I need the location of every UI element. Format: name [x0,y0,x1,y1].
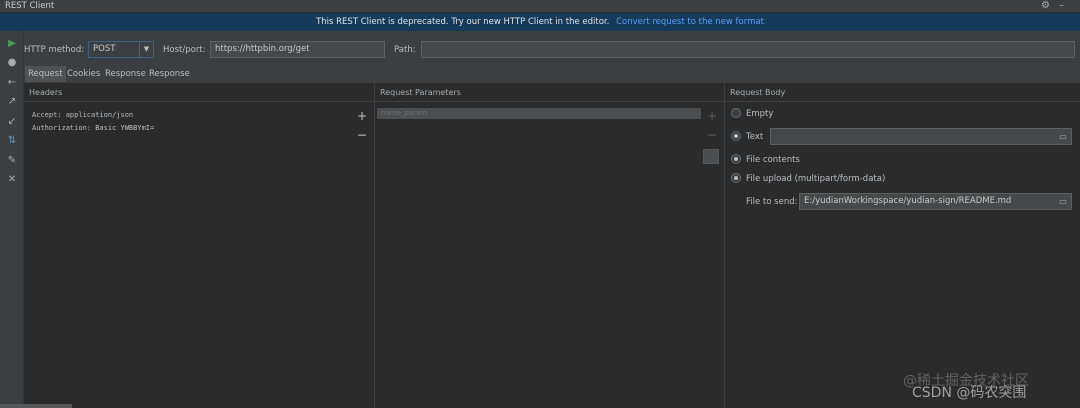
divider [24,101,374,102]
host-port-label: Host/port: [163,45,206,55]
back-icon[interactable]: ← [0,76,24,90]
parameter-row[interactable]: name_param [377,108,701,119]
http-method-value: POST [93,44,116,54]
tab-cookies[interactable]: Cookies [64,66,103,82]
file-to-send-field[interactable]: E:/yudianWorkingspace/yudian-sign/README… [799,193,1072,210]
http-method-select[interactable]: POST ▼ [88,41,154,58]
add-header-button[interactable]: + [356,110,368,122]
request-parameters-panel: Request Parameters name_param + − [375,83,725,408]
body-empty-label: Empty [746,109,774,119]
title-bar: REST Client ⚙ – [0,0,1080,13]
remove-parameter-button[interactable]: − [706,129,718,141]
header-line: Accept: application/json [32,111,134,119]
host-port-field[interactable]: https://httpbin.org/get [210,41,385,58]
request-body-panel: Request Body Empty Text ▭ File contents … [725,83,1080,408]
folder-icon[interactable]: ▭ [1056,195,1070,208]
file-to-send-value: E:/yudianWorkingspace/yudian-sign/README… [804,196,1012,206]
debug-icon[interactable]: ● [0,56,24,70]
run-icon[interactable]: ▶ [0,37,24,51]
body-file-upload-radio[interactable] [731,173,741,183]
tab-response-headers[interactable]: Response Headers [146,66,193,95]
remove-header-button[interactable]: − [356,129,368,141]
path-field[interactable] [421,41,1075,58]
export-icon[interactable]: ↗ [0,95,24,109]
deprecation-banner: This REST Client is deprecated. Try our … [0,13,1080,31]
request-parameters-title: Request Parameters [380,88,461,97]
body-file-contents-label: File contents [746,155,800,165]
window-title: REST Client [5,1,55,11]
add-parameter-button[interactable]: + [706,110,718,122]
request-body-title: Request Body [730,88,786,97]
tab-request[interactable]: Request [25,66,66,82]
chevron-down-icon: ▼ [139,42,153,57]
path-label: Path: [394,45,416,55]
headers-panel: Headers Accept: application/json Authori… [24,83,375,408]
headers-title: Headers [29,88,63,97]
body-text-label: Text [746,132,764,142]
parameter-placeholder: name_param [381,109,428,117]
horizontal-scrollbar[interactable] [0,404,72,408]
banner-text: This REST Client is deprecated. Try our … [316,17,610,27]
body-empty-radio[interactable] [731,108,741,118]
tab-response[interactable]: Response [102,66,149,82]
header-line: Authorization: Basic YWBBYmI= [32,124,155,132]
body-file-contents-radio[interactable] [731,154,741,164]
settings-wrench-icon[interactable]: ✎ [0,154,24,168]
close-icon[interactable]: ✕ [0,173,24,187]
divider [375,101,724,102]
edit-parameter-button[interactable] [703,149,719,164]
body-text-radio[interactable] [731,131,741,141]
folder-icon[interactable]: ▭ [1056,130,1070,143]
file-to-send-label: File to send: [746,197,798,207]
headers-editor[interactable]: Accept: application/json Authorization: … [28,109,350,399]
history-icon[interactable]: ⇅ [0,134,24,148]
main-panel: HTTP method: POST ▼ Host/port: https://h… [24,31,1080,408]
left-toolbar: ▶ ● ← ↗ ↙ ⇅ ✎ ✕ [0,31,24,408]
request-content: Headers Accept: application/json Authori… [24,83,1080,408]
body-text-field[interactable]: ▭ [770,128,1072,145]
convert-request-link[interactable]: Convert request to the new format [616,17,764,27]
minimize-icon[interactable]: – [1059,0,1064,12]
import-icon[interactable]: ↙ [0,115,24,129]
watermark-csdn: CSDN @码农突围 [912,385,1027,401]
divider [725,101,1080,102]
http-method-label: HTTP method: [24,45,85,55]
body-file-upload-label: File upload (multipart/form-data) [746,174,886,184]
gear-icon[interactable]: ⚙ [1041,0,1050,12]
